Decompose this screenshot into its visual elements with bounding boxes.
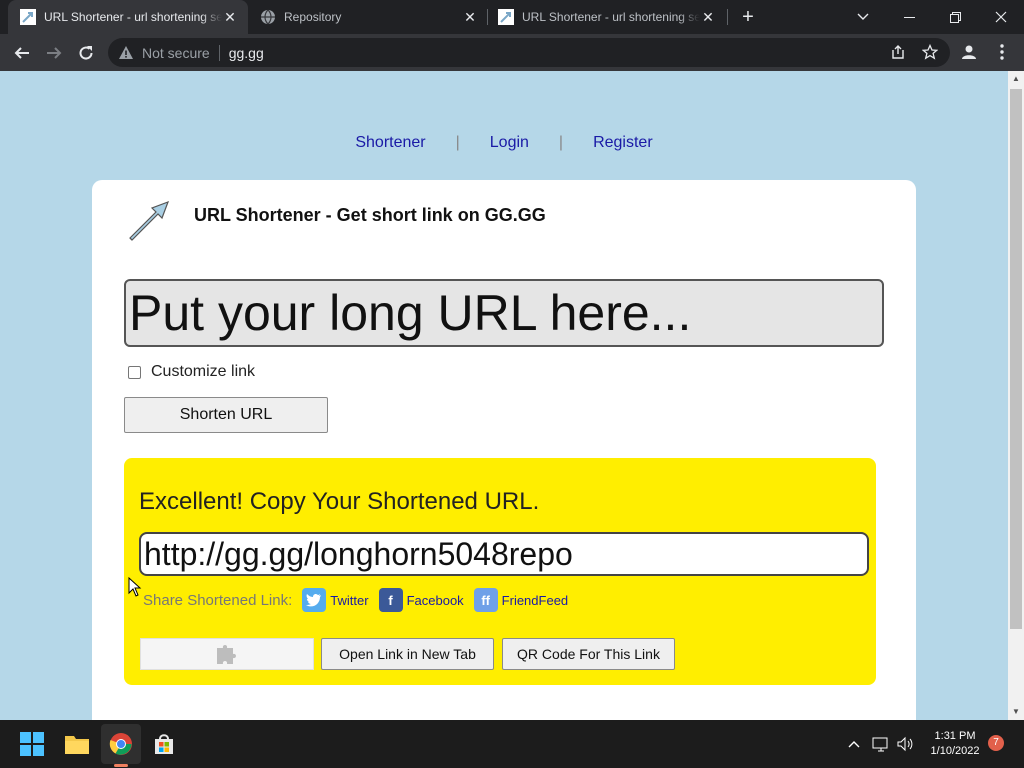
gg-favicon-icon bbox=[498, 9, 514, 25]
customize-link-option[interactable]: Customize link bbox=[128, 363, 255, 381]
share-icon[interactable] bbox=[886, 40, 910, 64]
customize-link-checkbox[interactable] bbox=[128, 365, 141, 379]
restore-icon[interactable] bbox=[932, 0, 978, 34]
page-title: URL Shortener - Get short link on GG.GG bbox=[194, 205, 546, 225]
scroll-down-arrow-icon[interactable]: ▼ bbox=[1008, 704, 1024, 720]
warning-icon[interactable] bbox=[118, 45, 134, 61]
close-window-icon[interactable] bbox=[978, 0, 1024, 34]
system-clock[interactable]: 1:31 PM 1/10/2022 bbox=[920, 729, 990, 759]
share-twitter-link[interactable]: Twitter bbox=[330, 593, 368, 608]
nav-link-shortener[interactable]: Shortener bbox=[355, 134, 425, 152]
chevron-up-icon[interactable] bbox=[844, 734, 864, 754]
vertical-scrollbar[interactable]: ▲ ▼ bbox=[1008, 71, 1024, 720]
chrome-icon[interactable] bbox=[105, 728, 137, 760]
address-text[interactable]: gg.gg bbox=[229, 45, 264, 61]
twitter-icon[interactable] bbox=[302, 588, 327, 612]
tab-title: URL Shortener - url shortening se bbox=[522, 10, 700, 24]
long-url-input[interactable] bbox=[124, 279, 884, 347]
notification-badge[interactable]: 7 bbox=[988, 735, 1004, 751]
tab-url-shortener-2[interactable]: URL Shortener - url shortening se ✕ bbox=[486, 0, 726, 34]
nav-separator: | bbox=[558, 134, 564, 151]
customize-link-label[interactable]: Customize link bbox=[151, 363, 255, 381]
share-facebook-link[interactable]: Facebook bbox=[407, 593, 464, 608]
shortener-card: URL Shortener - Get short link on GG.GG … bbox=[92, 180, 916, 720]
friendfeed-icon[interactable]: ff bbox=[473, 588, 498, 612]
tab-title: Repository bbox=[284, 10, 342, 24]
top-navigation: Shortener | Login | Register bbox=[0, 134, 1008, 152]
share-links: Share Shortened Link: Twitter f Facebook… bbox=[143, 588, 578, 612]
share-friendfeed-link[interactable]: FriendFeed bbox=[502, 593, 568, 608]
close-tab-icon[interactable]: ✕ bbox=[222, 9, 238, 25]
tab-strip: URL Shortener - url shortening se ✕ Repo… bbox=[0, 0, 1024, 34]
browser-toolbar: Not secure gg.gg bbox=[0, 34, 1024, 71]
share-label: Share Shortened Link: bbox=[143, 591, 293, 609]
result-box: Excellent! Copy Your Shortened URL. http… bbox=[124, 458, 876, 685]
close-tab-icon[interactable]: ✕ bbox=[462, 9, 478, 25]
clock-time: 1:31 PM bbox=[934, 730, 976, 742]
tab-title: URL Shortener - url shortening se bbox=[44, 10, 222, 24]
clock-date: 1/10/2022 bbox=[930, 745, 980, 757]
tab-url-shortener-1[interactable]: URL Shortener - url shortening se ✕ bbox=[8, 0, 248, 34]
windows-start-icon[interactable] bbox=[16, 728, 48, 760]
nav-link-register[interactable]: Register bbox=[593, 134, 653, 152]
puzzle-piece-icon bbox=[217, 645, 236, 664]
forward-arrow-icon[interactable] bbox=[40, 39, 68, 67]
tab-repository[interactable]: Repository ✕ bbox=[248, 0, 488, 34]
page-viewport: Shortener | Login | Register URL Shorten… bbox=[0, 71, 1008, 720]
minimize-icon[interactable] bbox=[886, 0, 932, 34]
scroll-up-arrow-icon[interactable]: ▲ bbox=[1008, 71, 1024, 87]
qr-code-button[interactable]: QR Code For This Link bbox=[502, 638, 675, 670]
tab-search-icon[interactable] bbox=[840, 0, 886, 34]
gg-favicon-icon bbox=[20, 9, 36, 25]
nav-link-login[interactable]: Login bbox=[490, 134, 529, 152]
arrow-logo-icon bbox=[129, 200, 170, 241]
short-url-field[interactable]: http://gg.gg/longhorn5048repo bbox=[139, 532, 869, 576]
shorten-url-button[interactable]: Shorten URL bbox=[124, 397, 328, 433]
close-tab-icon[interactable]: ✕ bbox=[700, 9, 716, 25]
bookmark-star-icon[interactable] bbox=[918, 40, 942, 64]
open-link-new-tab-button[interactable]: Open Link in New Tab bbox=[321, 638, 494, 670]
menu-kebab-icon[interactable] bbox=[990, 40, 1014, 64]
network-icon[interactable] bbox=[871, 734, 891, 754]
windows-taskbar: 1:31 PM 1/10/2022 7 bbox=[0, 720, 1024, 768]
facebook-icon[interactable]: f bbox=[378, 588, 403, 612]
microsoft-store-icon[interactable] bbox=[148, 728, 180, 760]
result-heading: Excellent! Copy Your Shortened URL. bbox=[139, 488, 540, 515]
file-explorer-icon[interactable] bbox=[61, 728, 93, 760]
volume-icon[interactable] bbox=[895, 734, 915, 754]
security-status[interactable]: Not secure bbox=[142, 45, 210, 61]
mouse-cursor-icon bbox=[128, 577, 142, 597]
profile-icon[interactable] bbox=[957, 40, 981, 64]
back-arrow-icon[interactable] bbox=[8, 39, 36, 67]
new-tab-button[interactable]: + bbox=[737, 6, 759, 28]
scrollbar-thumb[interactable] bbox=[1010, 89, 1022, 629]
address-bar[interactable]: Not secure gg.gg bbox=[108, 38, 950, 67]
nav-separator: | bbox=[455, 134, 460, 151]
tab-divider bbox=[727, 9, 728, 25]
missing-plugin-placeholder[interactable] bbox=[140, 638, 314, 670]
globe-icon bbox=[261, 9, 275, 25]
reload-icon[interactable] bbox=[72, 39, 100, 67]
